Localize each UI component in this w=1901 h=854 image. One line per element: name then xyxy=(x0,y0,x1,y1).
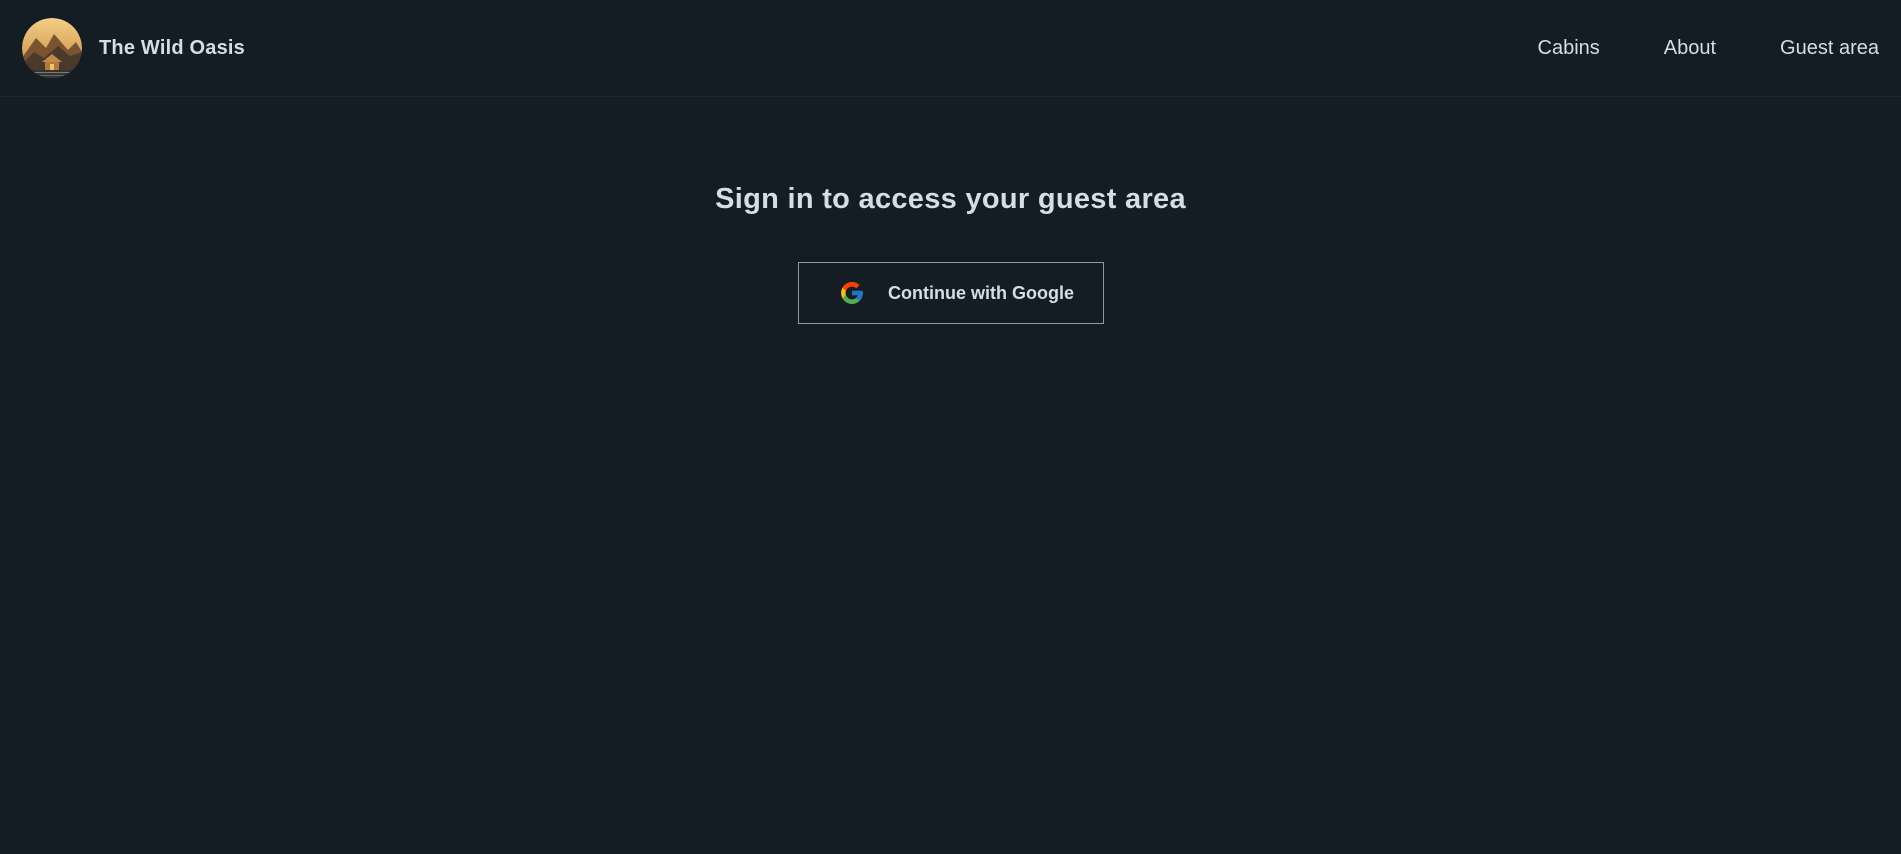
continue-with-google-button[interactable]: Continue with Google xyxy=(798,262,1104,324)
home-link[interactable]: The Wild Oasis xyxy=(22,18,245,78)
brand-name: The Wild Oasis xyxy=(99,36,245,59)
main-content: Sign in to access your guest area Contin… xyxy=(0,97,1901,854)
nav-link-guest-area[interactable]: Guest area xyxy=(1780,37,1879,60)
google-g-icon xyxy=(839,280,865,306)
page-title: Sign in to access your guest area xyxy=(715,183,1186,215)
nav-link-about[interactable]: About xyxy=(1664,37,1716,60)
main-nav: Cabins About Guest area xyxy=(1538,37,1879,60)
google-button-label: Continue with Google xyxy=(888,282,1074,303)
nav-link-cabins[interactable]: Cabins xyxy=(1538,37,1600,60)
site-header: The Wild Oasis Cabins About Guest area xyxy=(0,0,1901,97)
cabin-mountain-logo-icon xyxy=(22,18,82,78)
